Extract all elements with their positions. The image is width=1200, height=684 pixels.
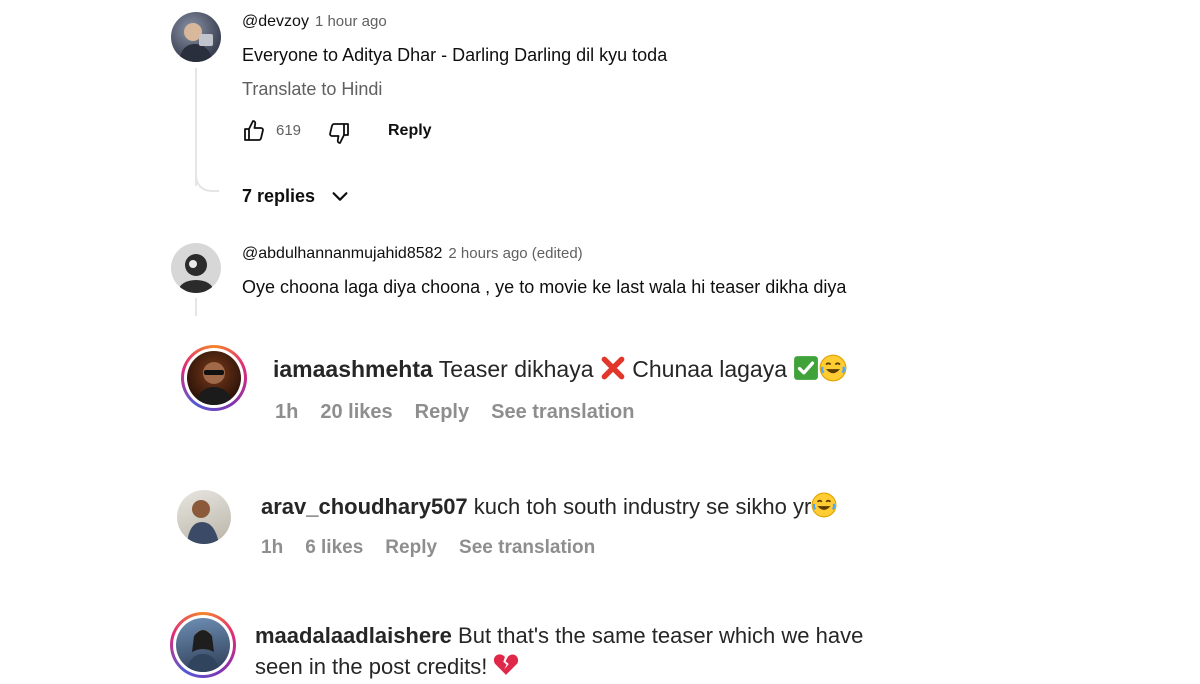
- comment-text: Everyone to Aditya Dhar - Darling Darlin…: [242, 45, 668, 65]
- comment-text: kuch toh south industry se sikho yr: [473, 493, 812, 519]
- see-translation-link[interactable]: See translation: [459, 537, 595, 558]
- chevron-down-icon: [332, 192, 348, 201]
- dislike-button[interactable]: [327, 121, 351, 145]
- avatar-story-ring[interactable]: [170, 612, 236, 678]
- like-button[interactable]: [242, 119, 266, 143]
- avatar[interactable]: [171, 12, 221, 62]
- see-translation-link[interactable]: See translation: [491, 401, 634, 423]
- comment-time: 1h: [261, 537, 284, 558]
- laughing-emoji: [811, 492, 837, 524]
- thumbs-up-icon: [244, 120, 264, 141]
- laughing-emoji: [819, 354, 847, 388]
- like-count: 619: [276, 122, 302, 139]
- avatar: [187, 351, 241, 405]
- broken-heart-emoji: [493, 652, 519, 684]
- comment-text: Oye choona laga diya choona , ye to movi…: [242, 277, 847, 297]
- reply-button[interactable]: Reply: [415, 401, 469, 423]
- ig-meta-row: 1h 6 likes Reply See translation: [261, 537, 617, 559]
- comment-header: @abdulhannanmujahid8582 2 hours ago (edit…: [242, 245, 583, 263]
- comment-timestamp[interactable]: 2 hours ago (edited): [448, 245, 582, 262]
- avatar[interactable]: [171, 243, 221, 293]
- replies-count: 7 replies: [242, 185, 316, 206]
- check-mark-emoji: [793, 355, 819, 387]
- reply-button[interactable]: Reply: [388, 122, 432, 140]
- thumbs-down-icon: [329, 123, 349, 144]
- ig-meta-row: 1h 20 likes Reply See translation: [275, 401, 657, 424]
- comment-author[interactable]: maadalaadlaishere: [255, 623, 452, 648]
- like-count[interactable]: 20 likes: [320, 401, 392, 423]
- comment-author[interactable]: @devzoy: [242, 13, 309, 30]
- like-count[interactable]: 6 likes: [305, 537, 363, 558]
- comment-text-line2: seen in the post credits!: [255, 654, 488, 679]
- cross-mark-emoji: [600, 355, 626, 387]
- comment-time: 1h: [275, 401, 299, 423]
- ig-comment-line: iamaashmehta Teaser dikhaya Chunaa lagay…: [273, 354, 847, 388]
- ig-comment-text-block: maadalaadlaishere But that's the same te…: [255, 620, 863, 684]
- comment-text-line1: But that's the same teaser which we have: [458, 623, 864, 648]
- ig-comment-line: arav_choudhary507 kuch toh south industr…: [261, 492, 837, 524]
- thread-curve: [195, 168, 219, 192]
- comment-text-part1: Teaser dikhaya: [438, 356, 594, 383]
- comment-text-part2: Chunaa lagaya: [632, 356, 788, 383]
- avatar[interactable]: [177, 490, 231, 544]
- replies-toggle[interactable]: 7 replies: [242, 184, 351, 208]
- reply-button[interactable]: Reply: [385, 537, 437, 558]
- avatar: [176, 618, 230, 672]
- comment-author[interactable]: iamaashmehta: [273, 356, 433, 382]
- comment-timestamp[interactable]: 1 hour ago: [315, 13, 387, 30]
- avatar-story-ring[interactable]: [181, 345, 247, 411]
- thread-line: [195, 298, 197, 316]
- translate-link[interactable]: Translate to Hindi: [242, 79, 382, 100]
- comment-author[interactable]: arav_choudhary507: [261, 494, 468, 519]
- comment-header: @devzoy 1 hour ago: [242, 13, 387, 31]
- comment-author[interactable]: @abdulhannanmujahid8582: [242, 245, 442, 262]
